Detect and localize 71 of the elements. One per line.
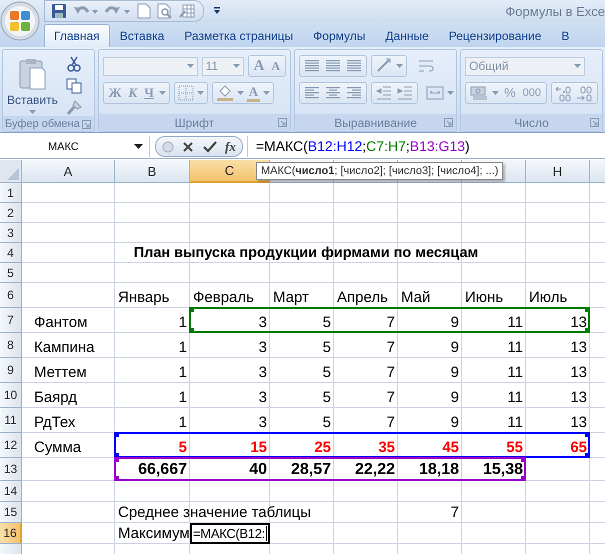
table-cell-text: 3 [258, 413, 268, 433]
table-cell-text: 13 [569, 413, 588, 433]
table-cell-text: 13 [569, 388, 588, 408]
table-cell-text: 9 [450, 313, 460, 333]
table-cell-text: Меттем [33, 363, 88, 383]
table-cell-text: 15,38 [482, 460, 524, 480]
table-cell-text: 1 [178, 363, 188, 383]
table-cell-text: 22,22 [354, 460, 396, 480]
table-cell-text: 9 [450, 338, 460, 358]
table-cell-text: 1 [178, 413, 188, 433]
table-cell-text: 11 [506, 413, 524, 433]
month-header: Март [272, 288, 310, 308]
table-cell-text: 25 [313, 438, 332, 458]
sheet-title: План выпуска продукции фирмами по месяцам [132, 244, 480, 263]
table-cell-text: 7 [386, 338, 396, 358]
table-cell-text: Фантом [33, 313, 88, 333]
table-cell-text: 11 [506, 363, 524, 383]
table-cell-text: 45 [441, 438, 460, 458]
table-cell-text: 9 [450, 388, 460, 408]
table-cell-text: 5 [322, 313, 332, 333]
table-cell-text: 3 [258, 313, 268, 333]
table-cell-text: 13 [569, 313, 588, 333]
table-cell-text: 1 [178, 388, 188, 408]
table-cell-text: 13 [569, 338, 588, 358]
group-label: Буфер обмена [5, 118, 80, 130]
month-header: Июль [528, 288, 568, 308]
table-cell-text: Максимум [117, 524, 190, 544]
table-cell-text: 7 [386, 413, 396, 433]
table-cell-text: 3 [258, 363, 268, 383]
table-cell-text: 1 [178, 338, 188, 358]
table-cell-text: Среднее значение таблицы [117, 503, 312, 523]
table-cell-text: РдТех [33, 413, 76, 433]
table-cell-text: 7 [386, 388, 396, 408]
month-header: Май [400, 288, 432, 308]
table-cell-text: 28,57 [290, 460, 332, 480]
table-cell-text: 66,667 [137, 460, 188, 480]
table-cell-text: 11 [506, 388, 524, 408]
table-cell-text: 5 [322, 363, 332, 383]
table-cell-text: 11 [506, 338, 524, 358]
table-cell-text: Кампина [33, 338, 96, 358]
table-cell-text: 13 [569, 363, 588, 383]
table-cell-text: 35 [377, 438, 396, 458]
table-cell-text: 7 [386, 313, 396, 333]
table-cell-text: 5 [322, 338, 332, 358]
function-tooltip: МАКС(число1; [число2]; [число3]; [число4]; ...) [256, 162, 504, 180]
group-label: Выравнивание [334, 116, 417, 130]
table-cell-text: 5 [322, 388, 332, 408]
table-cell-text: 9 [450, 363, 460, 383]
table-cell-text: 5 [322, 413, 332, 433]
group-label: Шрифт [174, 116, 214, 130]
month-header: Февраль [192, 288, 255, 308]
table-cell-text: 40 [248, 460, 268, 480]
table-cell-text: 15 [249, 438, 268, 458]
table-cell-text: 11 [506, 313, 524, 333]
table-cell-text: Сумма [33, 438, 82, 458]
month-header: Июнь [464, 288, 504, 308]
window-title: Формулы в Exce [505, 4, 605, 18]
table-cell-text: 65 [569, 438, 588, 458]
table-cell-text: 7 [386, 363, 396, 383]
table-cell-text: 9 [450, 413, 460, 433]
table-cell-text: 18,18 [418, 460, 460, 480]
month-header: Январь [117, 288, 170, 308]
table-cell-text: Баярд [33, 388, 78, 408]
table-cell-text: 3 [258, 338, 268, 358]
table-cell-text: 1 [178, 313, 188, 333]
table-cell-text: 55 [505, 438, 524, 458]
table-cell-text: 7 [450, 503, 460, 523]
table-cell-text: 3 [258, 388, 268, 408]
month-header: Апрель [336, 288, 389, 308]
group-label: Число [514, 116, 549, 130]
table-cell-text: 5 [178, 438, 188, 458]
